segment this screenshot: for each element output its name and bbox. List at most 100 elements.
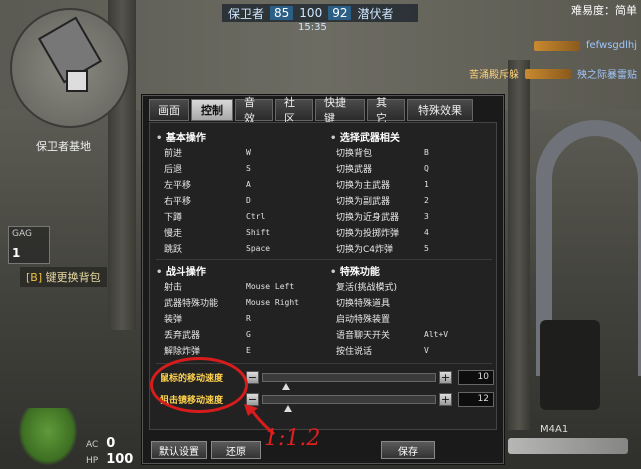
armor-readout: AC 0 (86, 436, 115, 451)
scope-speed-slider[interactable] (262, 394, 436, 412)
keybind-row[interactable]: 解除炸弹 E (164, 343, 251, 358)
keybind-row[interactable]: 切换特殊道具 (336, 295, 424, 310)
action-label: 启动特殊装置 (336, 315, 391, 325)
keybind-row[interactable]: 射击 Mouse Left (164, 279, 294, 294)
keybind-row[interactable]: 右平移 D (164, 193, 251, 208)
team-right-label: 潜伏者 (357, 6, 394, 21)
keybind-row[interactable]: 下蹲 Ctrl (164, 209, 265, 224)
action-label: 跳跃 (164, 245, 183, 255)
keybind-row[interactable]: 启动特殊装置 (336, 311, 424, 326)
keybind-row[interactable]: 语音聊天开关 Alt+V (336, 327, 448, 342)
tab-hotkeys[interactable]: 快捷键 (315, 96, 365, 125)
soldier-icon (18, 408, 78, 466)
killer-name: 苦涌殿斥躲 (469, 70, 519, 81)
action-label: 射击 (164, 283, 183, 293)
scope-speed-increase-button[interactable]: + (439, 392, 452, 406)
armor-value: 0 (106, 436, 116, 451)
restore-button[interactable]: 还原 (211, 441, 261, 459)
action-label: 丢弃武器 (164, 331, 201, 341)
tab-other[interactable]: 其它 (367, 96, 405, 125)
tab-special-effects[interactable]: 特殊效果 (407, 99, 473, 121)
difficulty-label: 难易度：简单 (571, 4, 637, 17)
weapon-rifle-icon (508, 438, 628, 454)
keybind-row[interactable]: 武器特殊功能 Mouse Right (164, 295, 299, 310)
keybind-row[interactable]: 切换为近身武器 3 (336, 209, 429, 224)
weapon-name: M4A1 (540, 424, 569, 435)
slider-thumb-icon[interactable] (281, 382, 290, 390)
scope-speed-value[interactable]: 12 (458, 391, 494, 407)
victim-name: 殃之际暴雷贴 (577, 70, 637, 81)
action-label: 按住说话 (336, 347, 373, 357)
action-label: 切换为C4炸弹 (336, 245, 394, 255)
key-value: B (424, 148, 429, 157)
keybind-row[interactable]: 切换为C4炸弹 5 (336, 241, 429, 256)
mouse-speed-increase-button[interactable]: + (439, 370, 452, 384)
key-value: Mouse Left (246, 282, 295, 291)
keybind-row[interactable]: 复活(挑战模式) (336, 279, 424, 294)
victim-name: fefwsgdlhj (586, 40, 637, 51)
keybind-row[interactable]: 切换武器 Q (336, 161, 429, 176)
section-divider (156, 259, 492, 260)
action-label: 切换背包 (336, 149, 373, 159)
keybind-row[interactable]: 切换背包 B (336, 145, 429, 160)
action-label: 解除炸弹 (164, 347, 201, 357)
key-value: G (246, 330, 251, 339)
tab-display[interactable]: 画面 (149, 99, 189, 121)
key-value: Space (246, 244, 271, 253)
keybind-row[interactable]: 切换为主武器 1 (336, 177, 429, 192)
key-value: Q (424, 164, 429, 173)
action-label: 切换为投掷炸弹 (336, 229, 400, 239)
section-title-weapon-select: 选择武器相关 (330, 129, 400, 144)
bag-tip-text: 键更换背包 (45, 271, 101, 284)
rifle-icon (525, 68, 571, 79)
score-right: 92 (328, 6, 352, 20)
section-title-basic: 基本操作 (156, 129, 206, 144)
action-label: 切换武器 (336, 165, 373, 175)
keybind-row[interactable]: 慢走 Shift (164, 225, 270, 240)
section-title-special: 特殊功能 (330, 263, 380, 278)
keybind-row[interactable]: 按住说话 V (336, 343, 429, 358)
keybind-row[interactable]: 后退 S (164, 161, 251, 176)
save-button[interactable]: 保存 (381, 441, 435, 459)
scoreboard: 保卫者 85 100 92 潜伏者 (222, 4, 418, 22)
action-label: 武器特殊功能 (164, 299, 219, 309)
bag-tip: [B] 键更换背包 (20, 267, 107, 287)
keybind-row[interactable]: 切换为投掷炸弹 4 (336, 225, 429, 240)
keybind-row[interactable]: 跳跃 Space (164, 241, 270, 256)
keybind-row[interactable]: 丢弃武器 G (164, 327, 251, 342)
held-weapon (540, 320, 600, 410)
action-label: 语音聊天开关 (336, 331, 391, 341)
grenade-label: GAG (12, 229, 32, 239)
key-value: Shift (246, 228, 271, 237)
round-timer: 15:35 (298, 22, 327, 33)
tab-controls[interactable]: 控制 (191, 99, 233, 121)
tab-sound[interactable]: 音效 (235, 96, 273, 125)
keybind-row[interactable]: 切换为副武器 2 (336, 193, 429, 208)
keybind-row[interactable]: 前进 W (164, 145, 251, 160)
health-readout: HP 100 (86, 452, 133, 467)
tab-community[interactable]: 社区 (275, 96, 313, 125)
keybind-row[interactable]: 左平移 A (164, 177, 251, 192)
key-value: D (246, 196, 251, 205)
key-value: 3 (424, 212, 429, 221)
key-value: 4 (424, 228, 429, 237)
action-label: 复活(挑战模式) (336, 283, 398, 293)
key-value: A (246, 180, 251, 189)
action-label: 切换为近身武器 (336, 213, 400, 223)
keybind-row[interactable]: 装弹 R (164, 311, 251, 326)
rifle-icon (534, 40, 580, 51)
annotation-ratio-text: 1:1.2 (264, 426, 321, 451)
key-value: 2 (424, 196, 429, 205)
mouse-speed-value[interactable]: 10 (458, 369, 494, 385)
health-value: 100 (106, 452, 134, 467)
score-left: 85 (270, 6, 294, 20)
mouse-speed-slider[interactable] (262, 372, 436, 390)
slider-thumb-icon[interactable] (283, 404, 292, 412)
grenade-count: 1 (12, 246, 21, 260)
mouse-speed-decrease-button[interactable]: − (246, 370, 259, 384)
player-marker-icon (66, 70, 88, 92)
default-settings-button[interactable]: 默认设置 (151, 441, 207, 459)
key-value: S (246, 164, 251, 173)
key-value: Alt+V (424, 330, 449, 339)
settings-tabs: 画面 控制 音效 社区 快捷键 其它 特殊效果 (149, 96, 473, 125)
